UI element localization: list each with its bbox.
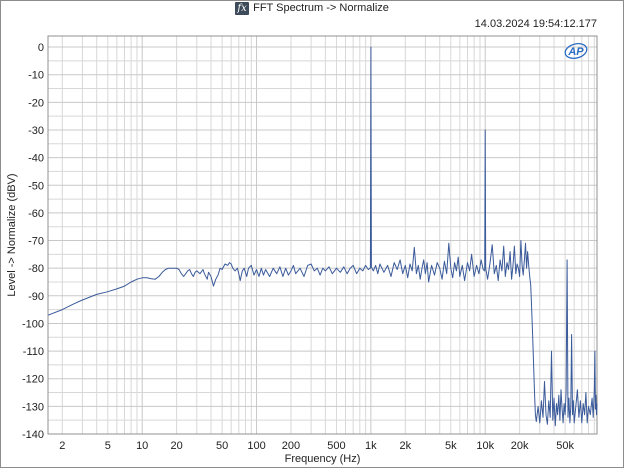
y-tick-label: -80 [28,263,44,275]
x-tick-label: 2k [399,440,411,452]
spectrum-trace [47,46,598,427]
x-tick-label: 100 [247,440,265,452]
ap-logo-text: AP [567,46,584,58]
x-tick-label: 50k [556,440,574,452]
x-tick-label: 50 [216,440,228,452]
y-tick-label: -90 [28,291,44,303]
x-tick-label: 20k [511,440,529,452]
x-tick-label: 5 [105,440,111,452]
grid [48,36,597,435]
fft-chart: 2 5 10 20 50 100 200 500 1k 2k 5k 10k 20k 50k 0 -10 -20 -… [6,35,598,465]
x-tick-label: 10k [476,440,494,452]
y-tick-label: -100 [22,318,44,330]
y-tick-label: -120 [22,374,44,386]
y-tick-label: 0 [38,42,44,54]
x-tick-label: 1k [365,440,377,452]
x-tick-label: 20 [170,440,182,452]
y-tick-label: -70 [28,236,44,248]
x-tick-label: 5k [445,440,457,452]
y-tick-label: -50 [28,180,44,192]
y-axis-label: Level -> Normalize (dBV) [6,173,18,296]
y-tick-label: -60 [28,208,44,220]
x-tick-label: 500 [327,440,345,452]
y-tick-label: -40 [28,153,44,165]
x-axis-label: Frequency (Hz) [285,453,361,465]
x-tick-label: 10 [136,440,148,452]
plot-area [47,35,598,435]
y-tick-label: -140 [22,429,44,441]
x-tick-label: 2 [59,440,65,452]
y-tick-label: -30 [28,125,44,137]
y-tick-label: -20 [28,97,44,109]
trace-layer [47,46,598,427]
y-tick-label: -130 [22,401,44,413]
ap-logo-icon: AP [564,43,588,59]
y-tick-label: -10 [28,70,44,82]
y-tick-label: -110 [23,346,44,358]
x-tick-label: 200 [282,440,300,452]
